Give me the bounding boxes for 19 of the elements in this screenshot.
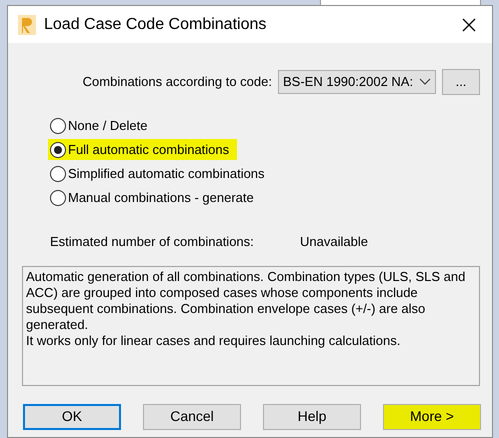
- estimate-label: Estimated number of combinations:: [50, 233, 255, 251]
- dialog-button[interactable]: OK: [23, 404, 121, 430]
- radio-option[interactable]: Manual combinations - generate: [48, 187, 262, 208]
- code-label: Combinations according to code:: [82, 73, 272, 92]
- code-dropdown[interactable]: BS-EN 1990:2002 NA:: [278, 70, 436, 94]
- description-text: Automatic generation of all combinations. Combination types (ULS, SLS and ACC) are grouped into composed cases whose components include subsequent combinations. Combination envelope cases (+/-) are also generated.: [26, 268, 466, 332]
- estimate-value: Unavailable: [300, 233, 368, 251]
- close-icon[interactable]: [462, 18, 476, 32]
- radio-option[interactable]: None / Delete: [48, 115, 156, 136]
- caret-icon: [419, 78, 431, 86]
- browse-button[interactable]: ...: [442, 69, 480, 95]
- radio-option[interactable]: Simplified automatic combinations: [48, 163, 273, 184]
- app-logo-icon: [18, 14, 36, 34]
- radio-option[interactable]: Full automatic combinations: [48, 139, 238, 160]
- dialog-button[interactable]: Help: [263, 404, 361, 430]
- dialog-button[interactable]: More >: [383, 404, 481, 430]
- window-title: Load Case Code Combinations: [44, 14, 266, 34]
- dialog-button[interactable]: Cancel: [143, 404, 241, 430]
- description-text: It works only for linear cases and requires launching calculations.: [26, 332, 402, 348]
